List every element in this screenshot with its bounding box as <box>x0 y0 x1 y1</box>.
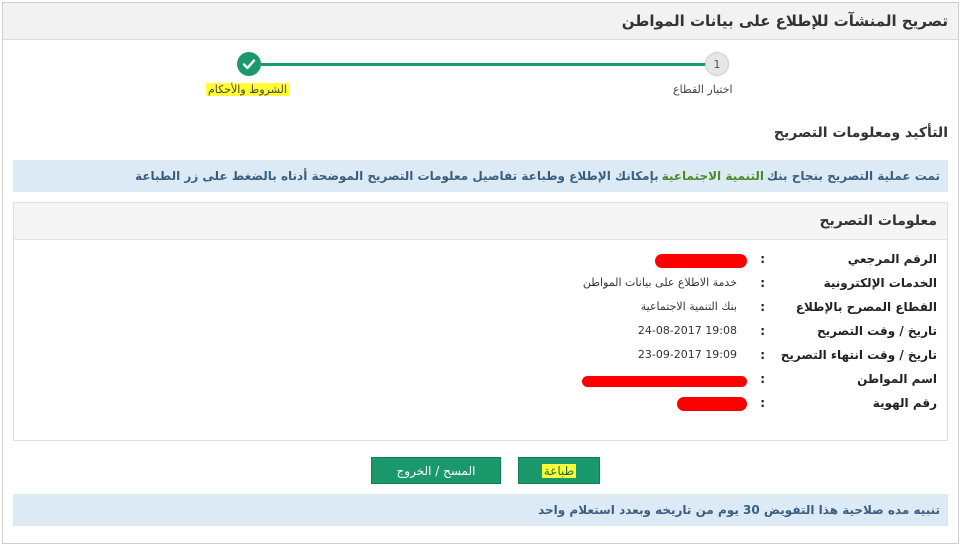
permit-info-panel: معلومات التصريح الرقم المرجعي : الخدمات … <box>13 202 948 441</box>
row-value: 19:08 24-08-2017 <box>637 324 737 337</box>
row-label: الرقم المرجعي <box>847 252 937 266</box>
step-1-circle: 1 <box>705 52 729 76</box>
redaction-mark <box>655 254 747 268</box>
stepper-line <box>261 63 709 66</box>
redaction-mark <box>582 376 747 387</box>
page-frame: تصريح المنشآت للإطلاع على بيانات المواطن… <box>2 2 959 544</box>
row-label: الخدمات الإلكترونية <box>823 276 937 290</box>
step-2-circle <box>237 52 261 76</box>
page-title: تصريح المنشآت للإطلاع على بيانات المواطن <box>621 12 948 30</box>
row-value: خدمة الاطلاع على بيانات المواطن <box>582 276 737 289</box>
success-text-part1: تمت عملية التصريح بنجاح بنك <box>766 169 940 183</box>
clear-exit-button-label: المسح / الخروج <box>396 463 476 478</box>
row-sector: القطاع المصرح بالإطلاع : بنك التنمية الا… <box>17 300 937 320</box>
row-colon: : <box>760 252 765 266</box>
row-colon: : <box>760 324 765 338</box>
section-title: التأكيد ومعلومات التصريح <box>773 125 948 141</box>
print-button[interactable]: طباعة <box>518 457 600 484</box>
row-label: القطاع المصرح بالإطلاع <box>795 300 937 314</box>
row-citizen-name: اسم المواطن : <box>17 372 937 392</box>
panel-title: معلومات التصريح <box>14 203 947 240</box>
checkmark-icon <box>242 59 256 70</box>
step-1-number: 1 <box>713 57 721 71</box>
clear-exit-button[interactable]: المسح / الخروج <box>371 457 501 484</box>
progress-stepper: 1 اختيار القطاع الشروط والأحكام <box>3 39 958 114</box>
validity-notice: تنبيه مده صلاحية هذا التفويض 30 يوم من ت… <box>13 494 948 526</box>
row-colon: : <box>760 396 765 410</box>
step-2-label: الشروط والأحكام <box>206 83 289 96</box>
row-label: اسم المواطن <box>857 372 937 386</box>
validity-notice-text: تنبيه مده صلاحية هذا التفويض 30 يوم من ت… <box>538 503 940 517</box>
row-reference-number: الرقم المرجعي : <box>17 252 937 272</box>
row-label: رقم الهوية <box>872 396 937 410</box>
row-permit-date: تاريخ / وقت التصريح : 19:08 24-08-2017 <box>17 324 937 344</box>
print-button-label: طباعة <box>541 463 577 478</box>
row-colon: : <box>760 300 765 314</box>
redaction-mark <box>677 397 747 411</box>
row-colon: : <box>760 276 765 290</box>
row-label: تاريخ / وقت التصريح <box>817 324 937 338</box>
success-highlight: التنمية الاجتماعية <box>661 169 764 183</box>
row-colon: : <box>760 372 765 386</box>
row-e-services: الخدمات الإلكترونية : خدمة الاطلاع على ب… <box>17 276 937 296</box>
row-value: بنك التنمية الاجتماعية <box>640 300 737 313</box>
row-expiry-date: تاريخ / وقت انتهاء التصريح : 19:09 23-09… <box>17 348 937 368</box>
success-text-part2: بإمكانك الإطلاع وطباعة تفاصيل معلومات ال… <box>135 169 659 183</box>
row-value: 19:09 23-09-2017 <box>637 348 737 361</box>
step-1-label: اختيار القطاع <box>673 83 733 96</box>
row-id-number: رقم الهوية : <box>17 396 937 416</box>
success-message: تمت عملية التصريح بنجاح بنك التنمية الاج… <box>13 160 948 192</box>
row-colon: : <box>760 348 765 362</box>
page-header: تصريح المنشآت للإطلاع على بيانات المواطن <box>3 3 958 40</box>
row-label: تاريخ / وقت انتهاء التصريح <box>780 348 937 362</box>
